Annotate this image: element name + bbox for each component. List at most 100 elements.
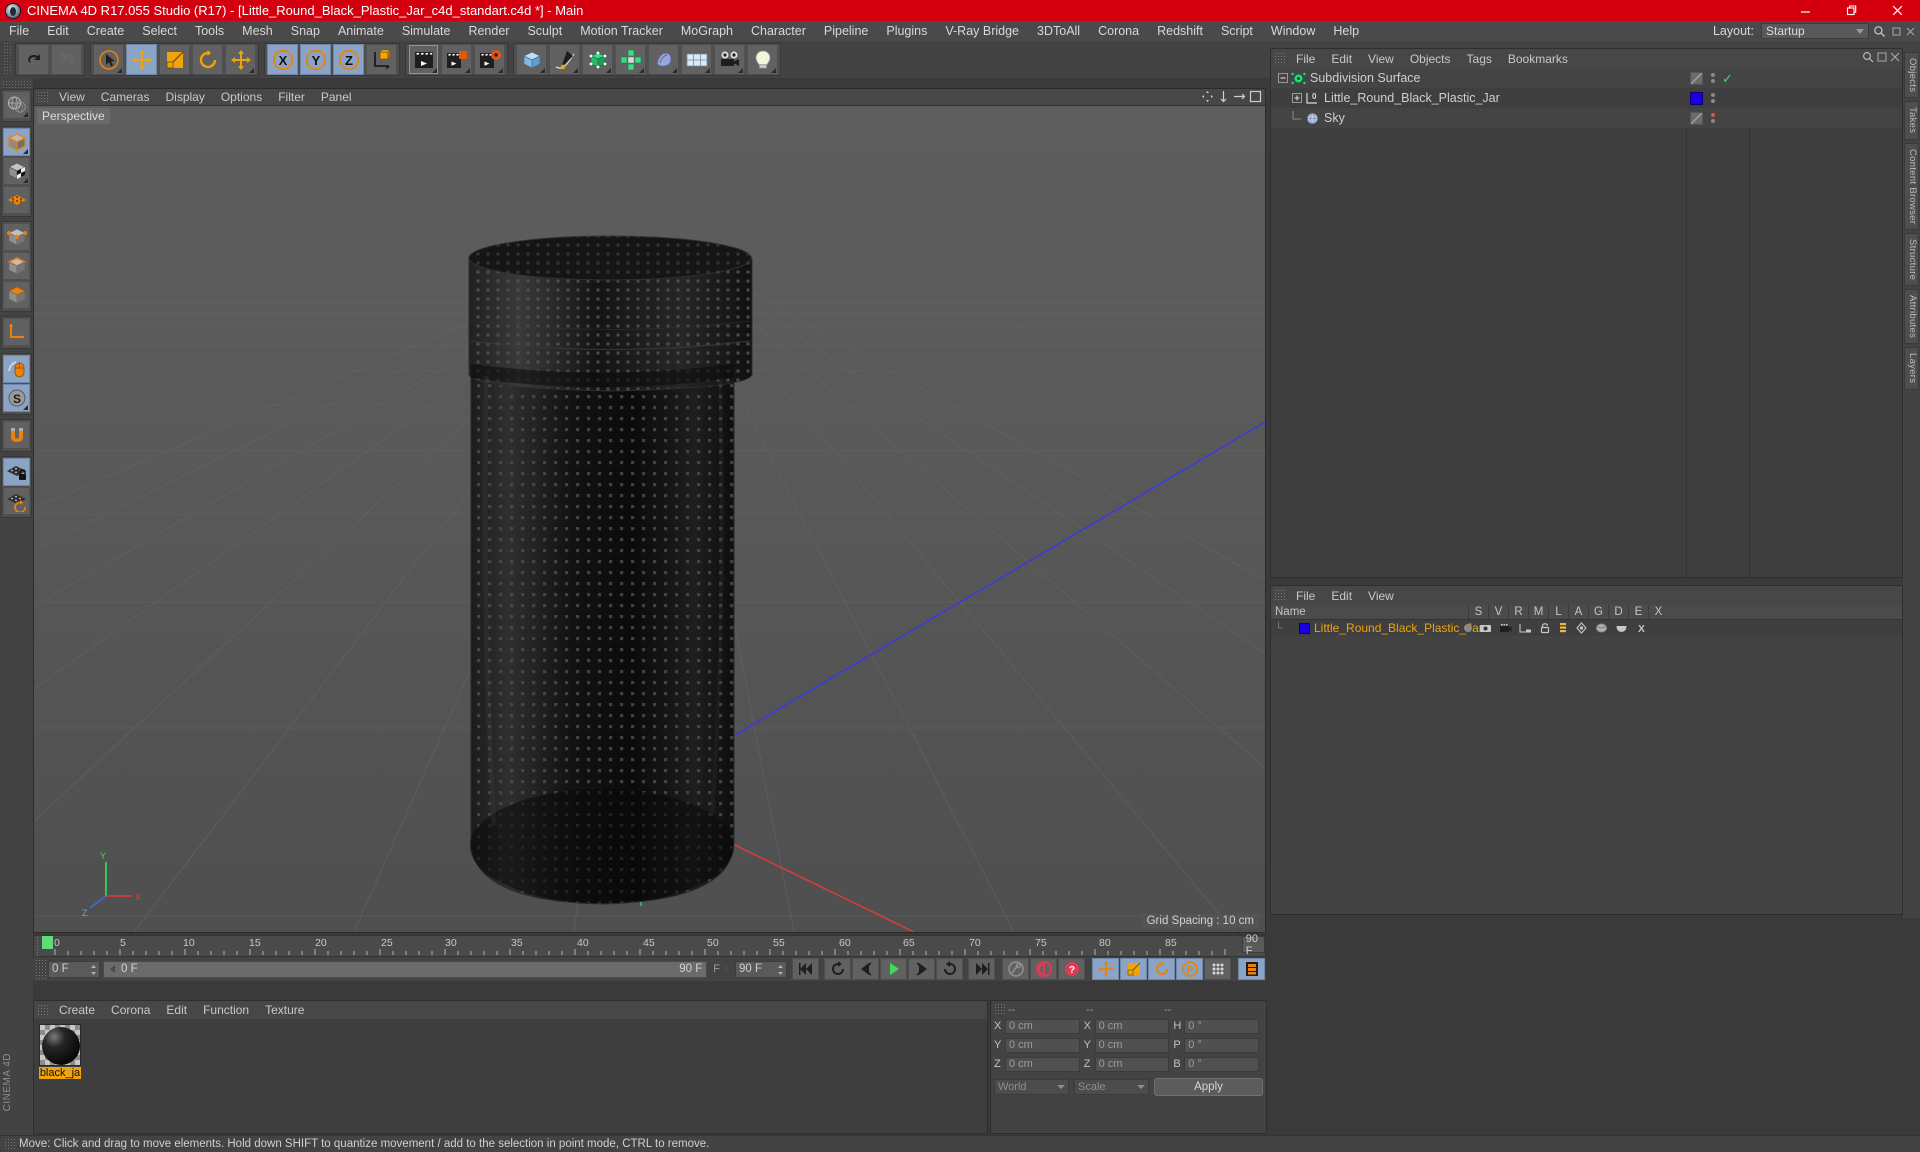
material-item[interactable]: black_ja: [39, 1024, 81, 1079]
viewport-menu-options[interactable]: Options: [213, 90, 270, 104]
menu-item-select[interactable]: Select: [133, 21, 186, 41]
tab-structure[interactable]: Structure: [1904, 232, 1919, 287]
lock-workplane-button[interactable]: [3, 458, 30, 486]
size-y-field[interactable]: 0 cm: [1094, 1037, 1170, 1053]
status-bar-grip[interactable]: [4, 1137, 15, 1151]
menu-item-mesh[interactable]: Mesh: [233, 21, 282, 41]
timeline-end-field[interactable]: 90 F: [1241, 933, 1265, 957]
object-row-sky[interactable]: Sky: [1271, 108, 1902, 128]
menu-item-redshift[interactable]: Redshift: [1148, 21, 1212, 41]
go-to-next-key-button[interactable]: [936, 958, 963, 980]
visibility-dots[interactable]: [1711, 73, 1715, 83]
menu-item-mograph[interactable]: MoGraph: [672, 21, 742, 41]
add-environment-button[interactable]: [681, 44, 712, 75]
key-rotation-button[interactable]: [1148, 958, 1175, 980]
key-parameter-button[interactable]: P: [1176, 958, 1203, 980]
layer-manager-icon[interactable]: [1519, 623, 1532, 634]
material-menu-corona[interactable]: Corona: [103, 1003, 158, 1017]
object-menu-objects[interactable]: Objects: [1402, 52, 1459, 66]
left-toolbar-grip[interactable]: [2, 80, 31, 89]
select-tool-button[interactable]: [93, 44, 124, 75]
menu-item-snap[interactable]: Snap: [282, 21, 329, 41]
menu-item-animate[interactable]: Animate: [329, 21, 393, 41]
layer-lock-icon[interactable]: [1539, 622, 1551, 634]
layer-col-g[interactable]: G: [1588, 604, 1608, 620]
coordinate-mode-select[interactable]: Scale: [1074, 1079, 1149, 1095]
coordinates-grip[interactable]: [994, 1003, 1005, 1016]
menu-item-render[interactable]: Render: [459, 21, 518, 41]
tab-takes[interactable]: Takes: [1904, 101, 1919, 140]
viewport-3d-canvas[interactable]: Y X Z Perspective Grid Spacing : 10 cm: [34, 106, 1265, 932]
lock-y-axis-button[interactable]: Y: [300, 44, 331, 75]
layer-col-r[interactable]: R: [1508, 604, 1528, 620]
menu-item-simulate[interactable]: Simulate: [393, 21, 460, 41]
viewport-menu-filter[interactable]: Filter: [270, 90, 313, 104]
object-row-subdivision-surface[interactable]: Subdivision Surface ✓: [1271, 68, 1902, 88]
menu-item-character[interactable]: Character: [742, 21, 815, 41]
polygon-grid-button[interactable]: [3, 186, 30, 214]
layer-menu-view[interactable]: View: [1360, 589, 1402, 603]
maximize-button[interactable]: [1828, 0, 1874, 21]
redo-button[interactable]: [51, 44, 82, 75]
material-tag-icon[interactable]: [1690, 91, 1703, 105]
rot-p-field[interactable]: 0 °: [1184, 1037, 1260, 1053]
minimize-button[interactable]: [1782, 0, 1828, 21]
play-button[interactable]: [880, 958, 907, 980]
render-settings-button[interactable]: [474, 44, 505, 75]
layer-col-s[interactable]: S: [1468, 604, 1488, 620]
edges-mode-button[interactable]: [3, 252, 30, 280]
add-cube-button[interactable]: [516, 44, 547, 75]
tab-objects[interactable]: Objects: [1904, 52, 1919, 99]
viewport-menu-view[interactable]: View: [51, 90, 93, 104]
rotate-viewport-icon[interactable]: [1233, 90, 1246, 103]
undo-button[interactable]: [18, 44, 49, 75]
menu-item-vray-bridge[interactable]: V-Ray Bridge: [936, 21, 1028, 41]
key-point-level-button[interactable]: [1204, 958, 1231, 980]
frame-range-slider[interactable]: 0 F 90 F: [103, 960, 708, 978]
step-back-button[interactable]: [852, 958, 879, 980]
layer-generator-icon[interactable]: [1575, 622, 1588, 634]
visibility-dots-3[interactable]: [1711, 113, 1715, 123]
layer-menu-file[interactable]: File: [1288, 589, 1323, 603]
material-name-label[interactable]: black_ja: [39, 1067, 81, 1079]
layer-solo-toggle[interactable]: [1464, 624, 1472, 632]
model-mode-button[interactable]: [3, 128, 30, 156]
layer-xpresso-icon[interactable]: X: [1635, 622, 1648, 634]
layer-col-d[interactable]: D: [1608, 604, 1628, 620]
step-forward-button[interactable]: [908, 958, 935, 980]
soft-selection-button[interactable]: S: [3, 384, 30, 412]
tab-layers[interactable]: Layers: [1904, 347, 1919, 390]
menu-item-help[interactable]: Help: [1324, 21, 1368, 41]
keyframe-help-button[interactable]: ?: [1058, 958, 1085, 980]
viewport-menu-display[interactable]: Display: [157, 90, 212, 104]
playback-grip[interactable]: [35, 959, 46, 979]
object-search-icon[interactable]: [1862, 51, 1874, 63]
layer-col-x[interactable]: X: [1648, 604, 1668, 620]
search-icon[interactable]: [1869, 21, 1889, 41]
material-menu-grip[interactable]: [37, 1003, 48, 1017]
object-menu-view[interactable]: View: [1360, 52, 1402, 66]
maximize-viewport-icon[interactable]: [1249, 90, 1262, 103]
material-menu-function[interactable]: Function: [195, 1003, 257, 1017]
object-panel-minimize-icon[interactable]: [1877, 52, 1887, 62]
autokey-button[interactable]: [1002, 958, 1029, 980]
visibility-dots-2[interactable]: [1711, 93, 1715, 103]
object-panel-close-icon[interactable]: [1890, 52, 1900, 62]
layer-visibility-icon[interactable]: [1479, 623, 1492, 634]
layout-select[interactable]: Startup: [1761, 23, 1869, 39]
menu-item-edit[interactable]: Edit: [38, 21, 78, 41]
enable-axis-button[interactable]: [3, 318, 30, 346]
render-view-button[interactable]: [408, 44, 439, 75]
timeline-grip[interactable]: [36, 936, 40, 956]
open-timeline-button[interactable]: [1238, 958, 1265, 980]
layer-col-a[interactable]: A: [1568, 604, 1588, 620]
layer-col-v[interactable]: V: [1488, 604, 1508, 620]
range-start-handle-icon[interactable]: [108, 964, 118, 974]
scale-tool-button[interactable]: [159, 44, 190, 75]
render-to-picture-viewer-button[interactable]: [441, 44, 472, 75]
layer-expression-icon[interactable]: [1615, 622, 1628, 634]
workplane-mode-button[interactable]: [3, 487, 30, 515]
timeline-ruler[interactable]: 0 5 10 15 20 25 30 35 40 45 50 55 60 65 70 75 80 85: [33, 933, 1266, 957]
key-position-button[interactable]: [1092, 958, 1119, 980]
layer-animation-icon[interactable]: [1558, 622, 1568, 634]
